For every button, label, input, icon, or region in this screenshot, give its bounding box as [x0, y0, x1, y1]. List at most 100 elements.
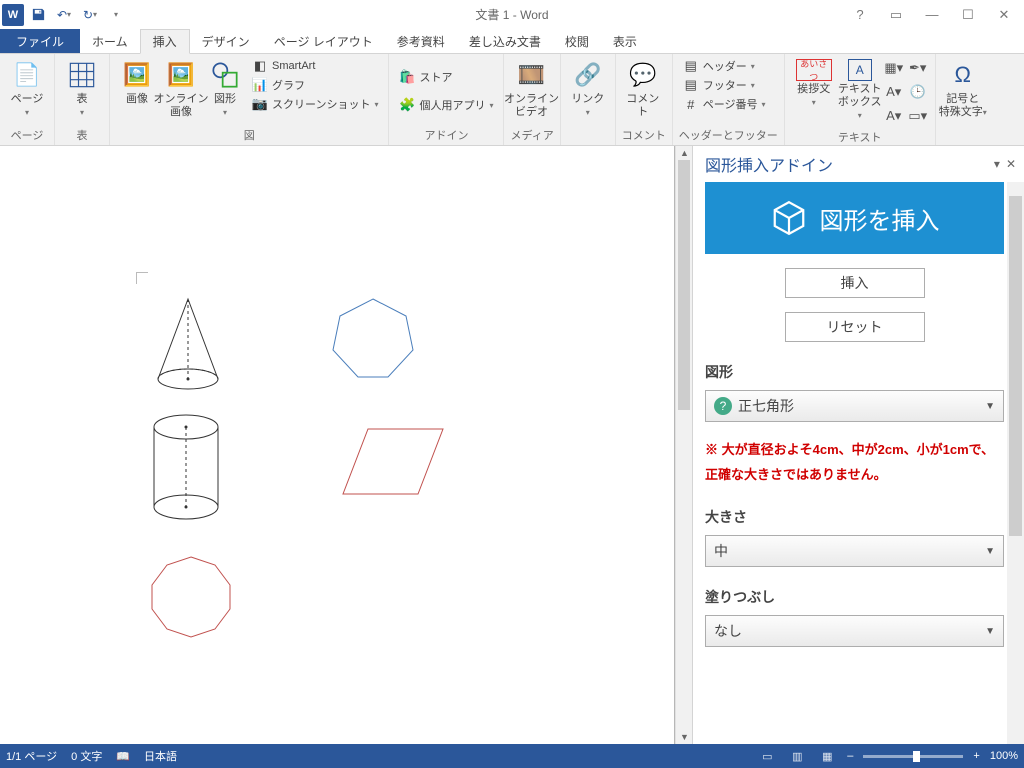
save-icon[interactable] — [26, 3, 50, 27]
window-controls: ? ▭ — ☐ ✕ — [846, 5, 1024, 25]
screenshot-button[interactable]: 📷スクリーンショット ▾ — [248, 95, 382, 113]
document-area[interactable]: ▲ ▼ — [0, 146, 692, 744]
shape-cone[interactable] — [148, 294, 228, 394]
quick-parts-icon[interactable]: ▦▾ — [883, 57, 905, 79]
table-button[interactable]: 表▾ — [61, 57, 103, 121]
group-addins: 🛍️ストア 🧩個人用アプリ ▾ アドイン — [389, 54, 504, 145]
ribbon-display-icon[interactable]: ▭ — [882, 5, 910, 25]
view-print-icon[interactable]: ▥ — [787, 748, 807, 764]
group-comments: 💬コメント コメント — [616, 54, 673, 145]
tab-layout[interactable]: ページ レイアウト — [262, 29, 385, 53]
quick-access-toolbar: W ↶▾ ↻▾ ▾ — [0, 3, 128, 27]
title-bar: W ↶▾ ↻▾ ▾ 文書 1 - Word ? ▭ — ☐ ✕ — [0, 0, 1024, 29]
close-icon[interactable]: ✕ — [990, 5, 1018, 25]
help-icon[interactable]: ? — [846, 5, 874, 25]
chevron-down-icon: ▼ — [985, 401, 995, 412]
shape-parallelogram[interactable] — [338, 424, 448, 504]
page-number-button[interactable]: #ページ番号 ▾ — [679, 95, 770, 113]
tab-insert[interactable]: 挿入 — [140, 29, 190, 54]
object-icon[interactable]: ▭▾ — [907, 105, 929, 127]
window-title: 文書 1 - Word — [475, 6, 548, 23]
pages-button[interactable]: 📄ページ▾ — [6, 57, 48, 121]
group-illustrations: 🖼️画像 🖼️オンライン 画像 図形▾ ◧SmartArt 📊グラフ 📷スクリー… — [110, 54, 389, 145]
zoom-out-icon[interactable]: – — [847, 750, 853, 762]
maximize-icon[interactable]: ☐ — [954, 5, 982, 25]
taskpane-menu-icon[interactable]: ▾ — [994, 157, 1000, 171]
reset-button[interactable]: リセット — [785, 312, 925, 342]
help-badge-icon: ? — [714, 397, 732, 415]
minimize-icon[interactable]: — — [918, 5, 946, 25]
ribbon: 📄ページ▾ ページ 表▾ 表 🖼️画像 🖼️オンライン 画像 図形▾ ◧Smar… — [0, 54, 1024, 146]
redo-icon[interactable]: ↻▾ — [78, 3, 102, 27]
tab-references[interactable]: 参考資料 — [385, 29, 457, 53]
scroll-down-icon[interactable]: ▼ — [676, 730, 692, 744]
view-web-icon[interactable]: ▦ — [817, 748, 837, 764]
fill-label: 塗りつぶし — [705, 587, 1004, 607]
tab-home[interactable]: ホーム — [80, 29, 140, 53]
textbox-button[interactable]: Aテキスト ボックス▾ — [839, 57, 881, 125]
insert-button[interactable]: 挿入 — [785, 268, 925, 298]
smartart-button[interactable]: ◧SmartArt — [248, 57, 382, 75]
store-button[interactable]: 🛍️ストア — [395, 68, 497, 86]
shape-cylinder[interactable] — [146, 412, 226, 522]
shape-select[interactable]: ? 正七角形 ▼ — [705, 390, 1004, 422]
scroll-up-icon[interactable]: ▲ — [676, 146, 692, 160]
size-note: ※ 大が直径およそ4cm、中が2cm、小が1cmで、正確な大きさではありません。 — [705, 438, 1004, 487]
online-video-button[interactable]: 🎞️オンライン ビデオ — [510, 57, 552, 121]
group-pages: 📄ページ▾ ページ — [0, 54, 55, 145]
footer-button[interactable]: ▤フッター ▾ — [679, 76, 770, 94]
taskpane-scrollbar[interactable] — [1007, 182, 1024, 744]
tab-view[interactable]: 表示 — [601, 29, 649, 53]
status-page[interactable]: 1/1 ページ — [6, 748, 57, 764]
word-app-icon[interactable]: W — [2, 4, 24, 26]
undo-icon[interactable]: ↶▾ — [52, 3, 76, 27]
zoom-level[interactable]: 100% — [990, 750, 1018, 762]
group-links: 🔗リンク▾ — [561, 54, 616, 145]
online-pictures-button[interactable]: 🖼️オンライン 画像 — [160, 57, 202, 121]
size-label: 大きさ — [705, 507, 1004, 527]
cube-icon — [770, 199, 808, 237]
shape-decagon[interactable] — [146, 554, 236, 644]
pictures-button[interactable]: 🖼️画像 — [116, 57, 158, 108]
my-addins-button[interactable]: 🧩個人用アプリ ▾ — [395, 96, 497, 114]
date-time-icon[interactable]: 🕒 — [907, 81, 929, 103]
group-tables: 表▾ 表 — [55, 54, 110, 145]
scroll-thumb[interactable] — [1009, 196, 1022, 536]
task-pane: 図形挿入アドイン ▾ ✕ 図形を挿入 挿入 リセット 図形 ? 正七角形 ▼ — [692, 146, 1024, 744]
tab-mailings[interactable]: 差し込み文書 — [457, 29, 553, 53]
tab-file[interactable]: ファイル — [0, 29, 80, 53]
qat-customize-icon[interactable]: ▾ — [104, 3, 128, 27]
status-bar: 1/1 ページ 0 文字 📖 日本語 ▭ ▥ ▦ – + 100% — [0, 744, 1024, 768]
zoom-slider[interactable] — [863, 755, 963, 758]
symbols-button[interactable]: Ω記号と 特殊文字▾ — [942, 57, 984, 121]
taskpane-title: 図形挿入アドイン — [705, 152, 833, 176]
group-header-footer: ▤ヘッダー ▾ ▤フッター ▾ #ページ番号 ▾ ヘッダーとフッター — [673, 54, 785, 145]
group-text: あいさつ挨拶文▾ Aテキスト ボックス▾ ▦▾✒▾ A▾🕒 A▾▭▾ テキスト — [785, 54, 936, 145]
dropcap-icon[interactable]: A▾ — [883, 105, 905, 127]
tab-design[interactable]: デザイン — [190, 29, 262, 53]
page[interactable] — [18, 154, 650, 736]
shape-heptagon[interactable] — [328, 294, 418, 384]
status-proofing-icon[interactable]: 📖 — [116, 750, 130, 763]
zoom-in-icon[interactable]: + — [973, 750, 979, 762]
wordart-icon[interactable]: A▾ — [883, 81, 905, 103]
greeting-button[interactable]: あいさつ挨拶文▾ — [791, 57, 837, 111]
shapes-button[interactable]: 図形▾ — [204, 57, 246, 121]
chevron-down-icon: ▼ — [985, 626, 995, 637]
size-select[interactable]: 中 ▼ — [705, 535, 1004, 567]
comment-button[interactable]: 💬コメント — [622, 57, 664, 121]
taskpane-close-icon[interactable]: ✕ — [1006, 157, 1016, 171]
scroll-thumb[interactable] — [678, 160, 690, 410]
links-button[interactable]: 🔗リンク▾ — [567, 57, 609, 121]
tab-review[interactable]: 校閲 — [553, 29, 601, 53]
signature-icon[interactable]: ✒▾ — [907, 57, 929, 79]
taskpane-header: 図形挿入アドイン ▾ ✕ — [693, 146, 1024, 182]
view-read-icon[interactable]: ▭ — [757, 748, 777, 764]
vertical-scrollbar[interactable]: ▲ ▼ — [675, 146, 692, 744]
status-word-count[interactable]: 0 文字 — [71, 748, 102, 764]
status-language[interactable]: 日本語 — [144, 748, 177, 764]
chart-button[interactable]: 📊グラフ — [248, 76, 382, 94]
group-symbols: Ω記号と 特殊文字▾ — [936, 54, 990, 145]
header-button[interactable]: ▤ヘッダー ▾ — [679, 57, 770, 75]
fill-select[interactable]: なし ▼ — [705, 615, 1004, 647]
